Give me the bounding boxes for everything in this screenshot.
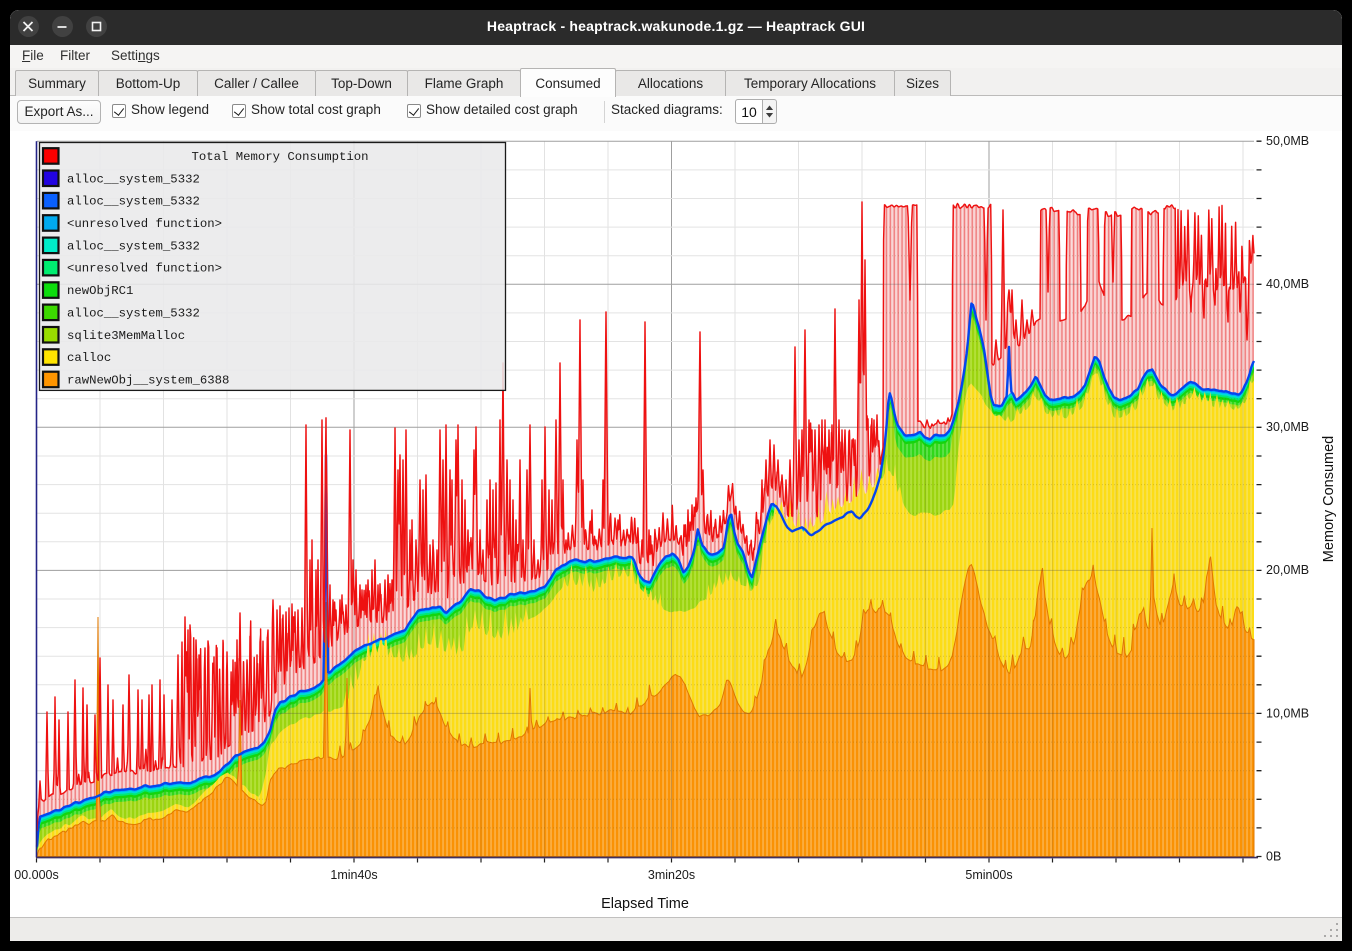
svg-text:<unresolved function>: <unresolved function>	[67, 217, 222, 231]
svg-text:alloc__system_5332: alloc__system_5332	[67, 195, 200, 209]
svg-text:alloc__system_5332: alloc__system_5332	[67, 172, 200, 186]
svg-text:rawNewObj__system_6388: rawNewObj__system_6388	[67, 373, 229, 387]
svg-text:alloc__system_5332: alloc__system_5332	[67, 239, 200, 253]
svg-text:Memory Consumed: Memory Consumed	[1321, 436, 1337, 563]
svg-text:Elapsed Time: Elapsed Time	[601, 896, 689, 912]
svg-text:20,0MB: 20,0MB	[1266, 563, 1309, 577]
svg-text:newObjRC1: newObjRC1	[67, 284, 133, 298]
svg-text:00.000s: 00.000s	[14, 868, 58, 882]
svg-text:3min20s: 3min20s	[648, 868, 695, 882]
svg-text:0B: 0B	[1266, 849, 1281, 863]
svg-text:40,0MB: 40,0MB	[1266, 277, 1309, 291]
svg-text:1min40s: 1min40s	[330, 868, 377, 882]
svg-text:10,0MB: 10,0MB	[1266, 706, 1309, 720]
svg-text:calloc: calloc	[67, 351, 111, 365]
svg-text:50,0MB: 50,0MB	[1266, 134, 1309, 148]
svg-text:Total Memory Consumption: Total Memory Consumption	[191, 150, 368, 164]
svg-text:alloc__system_5332: alloc__system_5332	[67, 306, 200, 320]
svg-text:30,0MB: 30,0MB	[1266, 420, 1309, 434]
svg-text:<unresolved function>: <unresolved function>	[67, 262, 222, 276]
svg-text:sqlite3MemMalloc: sqlite3MemMalloc	[67, 329, 185, 343]
svg-text:5min00s: 5min00s	[965, 868, 1012, 882]
